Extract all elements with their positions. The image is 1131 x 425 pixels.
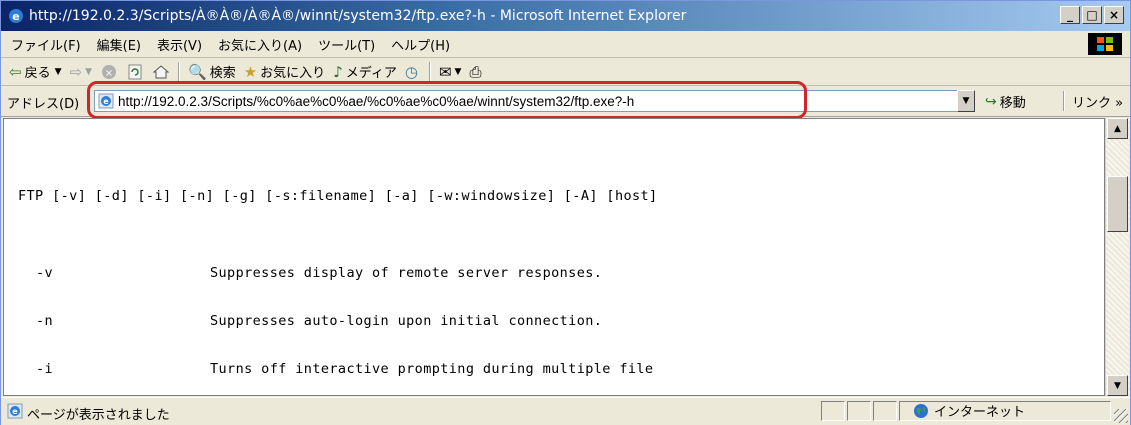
address-label: アドレス(D) (7, 97, 80, 112)
chevron-down-icon: ▼ (1114, 380, 1121, 391)
stop-icon: × (102, 64, 117, 79)
svg-text:e: e (12, 407, 18, 416)
mail-button[interactable]: ✉ ▼ (439, 63, 462, 81)
page-content: FTP [-v] [-d] [-i] [-n] [-g] [-s:filenam… (3, 118, 1105, 396)
scroll-thumb[interactable] (1107, 176, 1128, 232)
zone-label: インターネット (934, 405, 1026, 420)
forward-arrow-icon: ⇨ (69, 62, 83, 81)
search-label: 検索 (209, 66, 236, 81)
address-dropdown-button[interactable]: ▼ (957, 90, 975, 112)
usage-line: FTP [-v] [-d] [-i] [-n] [-g] [-s:filenam… (18, 188, 658, 204)
go-button[interactable]: ↪ 移動 (985, 92, 1026, 112)
menu-help[interactable]: ヘルプ(H) (391, 35, 450, 54)
option-desc: Suppresses display of remote server resp… (210, 265, 603, 281)
links-button[interactable]: リンク » (1072, 92, 1123, 111)
chevron-up-icon: ▲ (1114, 123, 1121, 134)
print-icon: ⎙ (469, 62, 482, 81)
search-icon: 🔍 (188, 62, 207, 81)
scroll-up-button[interactable]: ▲ (1107, 118, 1128, 139)
favorites-button[interactable]: ★ お気に入り (243, 62, 326, 82)
close-button[interactable]: × (1104, 6, 1124, 24)
menu-tools[interactable]: ツール(T) (318, 35, 375, 54)
menu-file[interactable]: ファイル(F) (11, 35, 81, 54)
svg-text:e: e (103, 97, 109, 106)
maximize-button[interactable]: □ (1082, 6, 1102, 24)
toolbar-separator (178, 61, 181, 82)
status-pane (873, 401, 897, 421)
menu-bar: ファイル(F) 編集(E) 表示(V) お気に入り(A) ツール(T) ヘルプ(… (1, 31, 1130, 58)
search-button[interactable]: 🔍 検索 (188, 62, 236, 82)
toolbar-separator (1063, 91, 1065, 111)
mail-icon: ✉ (438, 62, 452, 81)
address-input[interactable]: e http://192.0.2.3/Scripts/%c0%ae%c0%ae/… (94, 90, 974, 112)
option-flag: -n (36, 313, 54, 329)
back-label: 戻る (24, 66, 51, 81)
print-button[interactable]: ⎙ (469, 63, 484, 81)
windows-logo-icon (1088, 33, 1122, 55)
forward-dropdown-icon: ▼ (85, 66, 93, 77)
option-desc: Turns off interactive prompting during m… (210, 361, 654, 377)
favorites-icon: ★ (243, 62, 258, 81)
refresh-button[interactable] (126, 63, 144, 81)
browser-window: e http://192.0.2.3/Scripts/À®À®/À®À®/win… (0, 0, 1131, 425)
home-icon (152, 64, 170, 78)
menu-view[interactable]: 表示(V) (157, 35, 202, 54)
toolbar: ⇦ 戻る ▼ ⇨ ▼ × 🔍 検索 ★ お気に入り ♪ メディア ◷ ✉ ▼ ⎙ (1, 58, 1130, 86)
page-icon: e (98, 93, 114, 109)
status-bar: e ページが表示されました インターネット (1, 397, 1130, 425)
go-arrow-icon: ↪ (985, 93, 997, 110)
mail-dropdown-icon: ▼ (454, 66, 462, 77)
toolbar-separator (428, 61, 431, 82)
security-zone: インターネット (913, 401, 1025, 420)
svg-text:×: × (105, 68, 113, 79)
title-bar: e http://192.0.2.3/Scripts/À®À®/À®À®/win… (1, 1, 1130, 31)
option-desc: Suppresses auto-login upon initial conne… (210, 313, 603, 329)
status-text: ページが表示されました (27, 408, 170, 423)
history-icon: ◷ (404, 62, 418, 81)
favorites-label: お気に入り (260, 66, 326, 81)
ie-icon: e (9, 9, 23, 23)
media-icon: ♪ (333, 62, 343, 81)
stop-button[interactable]: × (100, 63, 118, 81)
globe-icon (914, 403, 928, 418)
window-title: http://192.0.2.3/Scripts/À®À®/À®À®/winnt… (29, 8, 687, 24)
refresh-icon (128, 64, 142, 79)
minimize-button[interactable]: _ (1060, 6, 1080, 24)
media-label: メディア (345, 66, 397, 81)
history-button[interactable]: ◷ (405, 63, 421, 81)
svg-text:e: e (12, 10, 19, 23)
back-dropdown-icon: ▼ (54, 66, 62, 77)
back-button[interactable]: ⇦ 戻る ▼ (9, 62, 62, 82)
forward-button[interactable]: ⇨ ▼ (70, 63, 93, 81)
vertical-scrollbar[interactable]: ▲ ▼ (1105, 118, 1129, 396)
option-flag: -i (36, 361, 54, 377)
status-pane (821, 401, 845, 421)
resize-grip[interactable] (1114, 409, 1128, 423)
back-arrow-icon: ⇦ (9, 62, 22, 81)
home-button[interactable] (152, 63, 170, 81)
status-pane (847, 401, 871, 421)
menu-edit[interactable]: 編集(E) (97, 35, 141, 54)
address-bar: アドレス(D) e http://192.0.2.3/Scripts/%c0%a… (1, 86, 1130, 117)
page-done-icon: e (7, 403, 23, 419)
menu-favorites[interactable]: お気に入り(A) (218, 35, 302, 54)
address-url: http://192.0.2.3/Scripts/%c0%ae%c0%ae/%c… (118, 93, 635, 109)
media-button[interactable]: ♪ メディア (333, 62, 397, 82)
window-controls: _ □ × (1060, 6, 1124, 24)
option-flag: -v (36, 265, 54, 281)
chevron-down-icon: ▼ (962, 96, 970, 106)
scroll-down-button[interactable]: ▼ (1107, 375, 1128, 396)
go-label: 移動 (999, 96, 1026, 111)
